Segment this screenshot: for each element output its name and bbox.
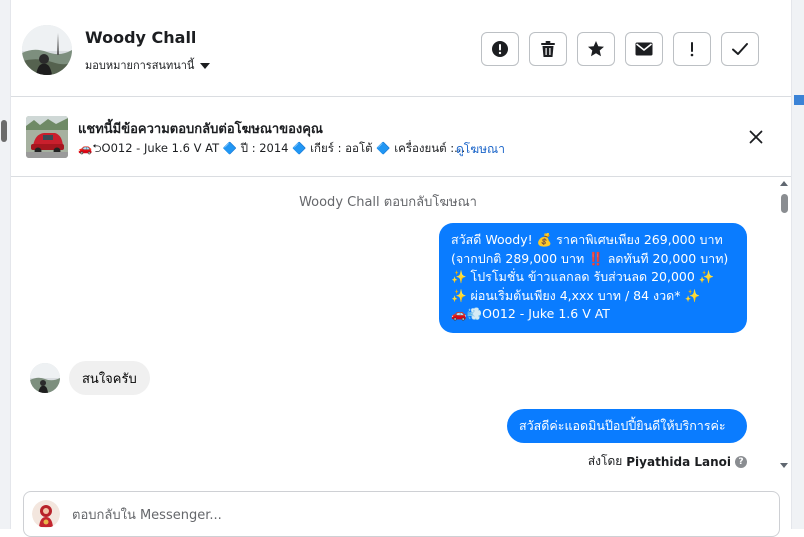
message-line: 🚗💨O012 - Juke 1.6 V AT: [451, 306, 610, 322]
left-scrollbar-thumb[interactable]: [1, 120, 7, 142]
ad-detail-text: 🚗⮌O012 - Juke 1.6 V AT 🔷 ปี : 2014 🔷 เกี…: [78, 141, 466, 155]
trash-icon: [541, 41, 555, 57]
assign-label: มอบหมายการสนทนานี้: [85, 59, 195, 72]
reply-input[interactable]: [66, 503, 678, 527]
delete-button[interactable]: [529, 32, 567, 66]
contact-name[interactable]: Woody Chall: [85, 28, 196, 47]
left-page-strip: [0, 0, 10, 529]
caret-down-icon: [200, 62, 211, 69]
right-strip-indicator: [794, 95, 804, 105]
outgoing-message-bubble[interactable]: สวัสดีค่ะแอดมินป๊อปปี้ยินดีให้บริการค่ะ: [507, 409, 747, 443]
sent-by-caption: ส่งโดย Piyathida Lanoi ?: [560, 452, 747, 471]
mark-spam-button[interactable]: [673, 32, 711, 66]
contact-avatar-small[interactable]: [30, 363, 60, 393]
alert-circle-icon: [492, 41, 508, 57]
conversation-scrollbar-thumb[interactable]: [781, 194, 788, 213]
header-divider: [11, 96, 791, 97]
contact-avatar[interactable]: [22, 25, 72, 75]
star-button[interactable]: [577, 32, 615, 66]
outgoing-message-bubble[interactable]: สวัสดี Woody! 💰 ราคาพิเศษเพียง 269,000 บ…: [439, 223, 747, 333]
assign-conversation-dropdown[interactable]: มอบหมายการสนทนานี้: [85, 56, 211, 74]
view-ad-link[interactable]: ดูโฆษณา: [456, 140, 505, 159]
envelope-icon: [635, 42, 653, 56]
check-icon: [732, 43, 748, 55]
panel-border: [10, 0, 11, 529]
sent-by-name: Piyathida Lanoi: [626, 454, 731, 469]
ad-divider: [11, 176, 791, 177]
scroll-up-arrow-icon[interactable]: [780, 181, 788, 186]
mark-unread-button[interactable]: [625, 32, 663, 66]
incoming-message-bubble[interactable]: สนใจครับ: [69, 361, 150, 395]
message-line: ✨ ผ่อนเริ่มต้นเพียง 4,xxx บาท / 84 งวด* …: [451, 287, 701, 303]
ad-reply-title: แชทนี้มีข้อความตอบกลับต่อโฆษณาของคุณ: [78, 122, 323, 137]
help-icon[interactable]: ?: [735, 455, 747, 468]
close-icon: [749, 130, 763, 144]
exclamation-icon: [690, 42, 694, 57]
sent-by-prefix: ส่งโดย: [587, 454, 623, 468]
scroll-down-arrow-icon[interactable]: [780, 463, 788, 468]
mark-done-button[interactable]: [721, 32, 759, 66]
ad-thumbnail[interactable]: [26, 116, 68, 158]
right-page-strip: [792, 0, 804, 529]
message-line: สวัสดี Woody! 💰 ราคาพิเศษเพียง 269,000 บ…: [451, 232, 723, 247]
mark-alert-button[interactable]: [481, 32, 519, 66]
page-avatar: [32, 500, 60, 528]
message-line: (จากปกติ 289,000 บาท ‼️ ลดทันที 20,000 บ…: [451, 250, 729, 266]
system-note: Woody Chall ตอบกลับโฆษณา: [299, 195, 477, 210]
message-line: ✨ โปรโมชั่น ข้าวแลกลด รับส่วนลด 20,000 ✨: [451, 269, 715, 285]
close-ad-button[interactable]: [744, 125, 768, 149]
star-icon: [588, 41, 604, 57]
